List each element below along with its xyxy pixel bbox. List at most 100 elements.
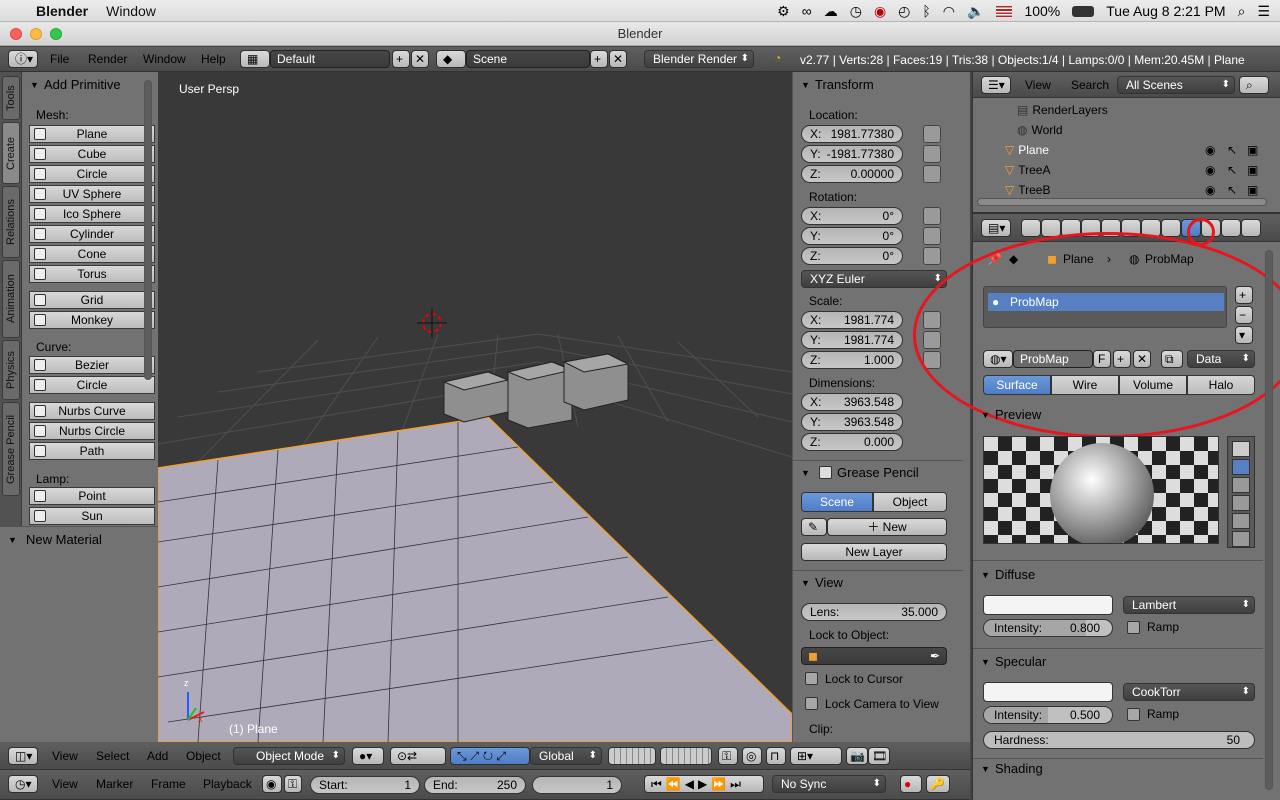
snap-options-icon[interactable]: ⊞▾ <box>790 747 842 765</box>
record-button[interactable]: ● <box>900 775 922 793</box>
rotation-mode-dropdown[interactable]: XYZ Euler <box>801 270 947 288</box>
outliner-editor-type-button[interactable]: ☰▾ <box>981 76 1011 94</box>
specular-header[interactable]: Specular <box>973 651 1280 673</box>
keying-icon[interactable]: ◉ <box>262 775 282 793</box>
add-torus-button[interactable]: Torus <box>29 265 155 283</box>
battery-percent[interactable]: 100% <box>1024 3 1060 19</box>
add-screen-button[interactable]: + <box>392 50 410 68</box>
current-frame-field[interactable]: 1 <box>532 776 622 794</box>
add-nurbs-circle-button[interactable]: Nurbs Circle <box>29 422 155 440</box>
tab-relations[interactable]: Relations <box>2 186 20 258</box>
sync-dropdown[interactable]: No Sync <box>772 775 886 793</box>
preview-header[interactable]: Preview <box>973 404 1280 426</box>
add-lamp-point-button[interactable]: Point <box>29 487 155 505</box>
add-grid-button[interactable]: Grid <box>29 291 155 309</box>
close-window-button[interactable] <box>10 28 22 40</box>
specular-shader-dropdown[interactable]: CookTorr <box>1123 683 1255 701</box>
add-monkey-button[interactable]: Monkey <box>29 311 155 329</box>
visibility-eye-icon[interactable]: ◉ <box>1205 180 1215 200</box>
properties-scrollbar[interactable] <box>1265 250 1273 790</box>
lock-icon[interactable] <box>923 247 941 265</box>
specular-ramp-checkbox[interactable] <box>1127 708 1140 721</box>
lens-field[interactable]: Lens: 35.000 <box>801 603 947 621</box>
particles-tab-icon[interactable] <box>1221 219 1241 237</box>
visibility-eye-icon[interactable]: ◉ <box>1205 160 1215 180</box>
diffuse-color-swatch[interactable] <box>983 595 1113 615</box>
outliner-row[interactable]: ◍ World <box>973 120 1263 140</box>
outliner-menu-search[interactable]: Search <box>1071 76 1109 94</box>
dimensions-1-field[interactable]: Y: 3963.548 <box>801 413 903 431</box>
scale-0-field[interactable]: X: 1981.774 <box>801 311 903 329</box>
add-primitive-header[interactable]: Add Primitive <box>22 74 158 96</box>
end-frame-field[interactable]: End: 250 <box>424 776 526 794</box>
preview-cube-icon[interactable] <box>1232 477 1250 493</box>
renderable-icon[interactable]: ▣ <box>1247 180 1258 200</box>
new-material-header[interactable]: New Material <box>0 529 158 551</box>
3d-menu-select[interactable]: Select <box>96 747 129 765</box>
add-curve-circle-button[interactable]: Circle <box>29 376 155 394</box>
cloud-icon[interactable]: ☁ <box>824 3 838 20</box>
add-circle-button[interactable]: Circle <box>29 165 155 183</box>
gp-new-layer-button[interactable]: New Layer <box>801 543 947 561</box>
add-nurbs-curve-button[interactable]: Nurbs Curve <box>29 402 155 420</box>
remove-screen-button[interactable]: ✕ <box>411 50 429 68</box>
outliner-row[interactable]: ▤ RenderLayers <box>973 100 1263 120</box>
add-scene-button[interactable]: + <box>590 50 608 68</box>
lock-range-icon[interactable]: ⚿ <box>284 775 302 793</box>
lock-icon[interactable] <box>923 227 941 245</box>
rotation-1-field[interactable]: Y: 0° <box>801 227 903 245</box>
volume-icon[interactable]: 🔈 <box>967 3 984 20</box>
lock-object-field[interactable]: ◼ ✒ <box>801 647 947 665</box>
start-frame-field[interactable]: Start: 1 <box>310 776 420 794</box>
render-engine-dropdown[interactable]: Blender Render <box>644 50 754 68</box>
app-menu[interactable]: Blender <box>36 3 88 19</box>
hardness-slider[interactable]: Hardness: 50 <box>983 731 1255 749</box>
screen-layout-icon[interactable]: ▦ <box>240 50 270 68</box>
window-menu[interactable]: Window <box>106 3 156 19</box>
renderable-icon[interactable]: ▣ <box>1247 160 1258 180</box>
tab-physics[interactable]: Physics <box>2 340 20 400</box>
properties-editor-type-button[interactable]: ▤▾ <box>981 219 1011 237</box>
physics-tab-icon[interactable] <box>1241 219 1261 237</box>
playback-controls[interactable]: ⏮⏪◀▶⏩⏭ <box>644 775 764 793</box>
add-uv-sphere-button[interactable]: UV Sphere <box>29 185 155 203</box>
bluetooth-icon[interactable]: ᛒ <box>922 3 930 19</box>
dimensions-0-field[interactable]: X: 3963.548 <box>801 393 903 411</box>
selectable-icon[interactable]: ↖ <box>1227 180 1237 200</box>
3d-editor-type-button[interactable]: ◫▾ <box>8 747 38 765</box>
selectable-icon[interactable]: ↖ <box>1227 160 1237 180</box>
tab-tools[interactable]: Tools <box>2 76 20 120</box>
menu-help[interactable]: Help <box>201 50 226 68</box>
data-tab-icon[interactable] <box>1161 219 1181 237</box>
view-panel-header[interactable]: View <box>793 572 970 594</box>
location-2-field[interactable]: Z: 0.00000 <box>801 165 903 183</box>
tab-animation[interactable]: Animation <box>2 260 20 338</box>
lock-layer-icon[interactable]: ⚿ <box>718 747 738 765</box>
notification-icon[interactable]: ☰ <box>1257 3 1270 20</box>
minimize-window-button[interactable] <box>30 28 42 40</box>
lock-to-cursor-checkbox[interactable] <box>805 672 818 685</box>
3d-viewport[interactable]: User Persp z x (1) Plane <box>158 72 792 742</box>
tab-create[interactable]: Create <box>2 122 20 184</box>
shading-header[interactable]: Shading <box>973 758 1280 780</box>
scale-2-field[interactable]: Z: 1.000 <box>801 351 903 369</box>
selectable-icon[interactable]: ↖ <box>1227 140 1237 160</box>
gp-scene-toggle[interactable]: Scene <box>801 492 873 512</box>
orientation-dropdown[interactable]: Global <box>530 747 602 765</box>
gp-new-button[interactable]: ＋ New <box>827 518 947 536</box>
3d-cursor-icon[interactable] <box>417 308 447 338</box>
timeline-editor-type-button[interactable]: ◷▾ <box>8 775 38 793</box>
screen-layout-field[interactable]: Default <box>270 50 390 68</box>
add-lamp-sun-button[interactable]: Sun <box>29 507 155 525</box>
grease-pencil-checkbox[interactable] <box>819 466 832 479</box>
scene-field[interactable]: Scene <box>466 50 590 68</box>
outliner-menu-view[interactable]: View <box>1025 76 1051 94</box>
keying-set-icon[interactable]: 🔑 <box>926 775 950 793</box>
spotlight-icon[interactable]: ⌕ <box>1238 3 1246 20</box>
preview-flat-icon[interactable] <box>1232 441 1250 457</box>
lock-icon[interactable] <box>923 207 941 225</box>
gp-pencil-icon[interactable]: ✎ <box>801 518 827 536</box>
status-icon[interactable]: ⚙ <box>777 3 790 20</box>
location-1-field[interactable]: Y: -1981.77380 <box>801 145 903 163</box>
specular-intensity-slider[interactable]: Intensity: 0.500 <box>983 706 1113 724</box>
